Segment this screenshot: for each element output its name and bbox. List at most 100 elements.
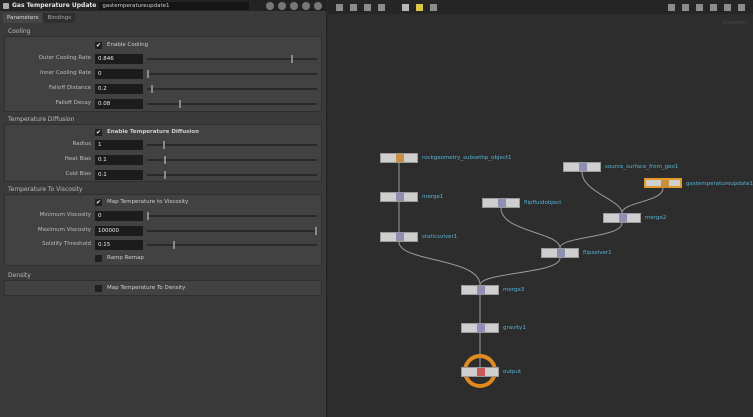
node-type-label: Gas Temperature Update [12,2,97,9]
slider-handle[interactable] [173,241,175,249]
cold-bias-slider[interactable] [147,171,317,179]
network-node[interactable] [380,153,418,163]
cooling-folder: ✔ Enable Cooling Outer Cooling Rate 0.84… [4,36,322,112]
enable-cooling-checkbox[interactable]: ✔ [95,42,102,49]
node-label[interactable]: gastemperatureupdate1 [686,181,753,187]
cold-bias-field[interactable]: 0.1 [95,170,143,180]
node-label[interactable]: staticsolver1 [422,234,457,240]
node-label[interactable]: flipsolver1 [583,250,612,256]
param-label: Heat Bias [64,156,91,162]
param-row: Falloff Decay 0.08 [5,99,323,109]
node-label[interactable]: output [503,369,521,375]
map-viscosity-row: ✔ Map Temperature to Viscosity [5,198,323,208]
network-node[interactable] [461,323,499,333]
param-row: Maximum Viscosity 100000 [5,226,323,236]
node-label[interactable]: merge3 [503,287,524,293]
slider-handle[interactable] [151,85,153,93]
map-viscosity-checkbox[interactable]: ✔ [95,199,102,206]
param-label: Radius [72,141,91,147]
node-label[interactable]: rockgeometry_subsethp_object1 [422,155,512,161]
param-label: Cold Bias [65,171,91,177]
param-row: Radius 1 [5,140,323,150]
param-label: Inner Cooling Rate [40,70,91,76]
node-label[interactable]: merge2 [645,215,666,221]
inner-cooling-rate-slider[interactable] [147,70,317,78]
tab-bindings[interactable]: Bindings [43,13,76,23]
gear-icon[interactable] [266,1,274,10]
network-node[interactable] [603,213,641,223]
pin-icon[interactable] [314,1,322,10]
network-node-selected[interactable] [644,178,682,188]
falloff-distance-slider[interactable] [147,85,317,93]
viscosity-folder-title[interactable]: Temperature To Viscosity [8,186,83,193]
node-label[interactable]: source_surface_from_geo1 [605,164,678,170]
slider-handle[interactable] [291,55,293,63]
slider-handle[interactable] [164,171,166,179]
lock-icon[interactable] [302,1,310,10]
slider-handle[interactable] [164,156,166,164]
slider-handle[interactable] [147,70,149,78]
parameter-titlebar: Gas Temperature Update gastemperatureupd… [0,0,326,11]
node-name-field[interactable]: gastemperatureupdate1 [99,1,250,10]
param-row: Solidify Threshold 0.15 [5,240,323,250]
inner-cooling-rate-field[interactable]: 0 [95,69,143,79]
network-node[interactable] [482,198,520,208]
solidify-threshold-slider[interactable] [147,241,317,249]
radius-slider[interactable] [147,141,317,149]
enable-diffusion-checkbox[interactable]: ✔ [95,129,102,136]
falloff-decay-slider[interactable] [147,100,317,108]
map-viscosity-label: Map Temperature to Viscosity [107,199,189,205]
map-density-label: Map Temperature To Density [107,285,186,291]
node-label[interactable]: merge1 [422,194,443,200]
parameter-pane: Gas Temperature Update gastemperatureupd… [0,0,327,417]
heat-bias-slider[interactable] [147,156,317,164]
minimum-viscosity-slider[interactable] [147,212,317,220]
param-row: Minimum Viscosity 0 [5,211,323,221]
radius-field[interactable]: 1 [95,140,143,150]
param-label: Outer Cooling Rate [38,55,91,61]
slider-handle[interactable] [163,141,165,149]
diffusion-folder-title[interactable]: Temperature Diffusion [8,116,74,123]
enable-diffusion-label: Enable Temperature Diffusion [107,129,200,135]
slider-handle[interactable] [315,227,317,235]
density-folder: Map Temperature To Density [4,280,322,296]
minimum-viscosity-field[interactable]: 0 [95,211,143,221]
param-label: Falloff Distance [48,85,91,91]
solidify-threshold-field[interactable]: 0.15 [95,240,143,250]
node-label[interactable]: flipfluidobject [524,200,561,206]
map-density-row: Map Temperature To Density [5,284,323,294]
enable-diffusion-row: ✔ Enable Temperature Diffusion [5,128,323,138]
density-folder-title[interactable]: Density [8,272,31,279]
ramp-remap-row: Ramp Remap [5,254,323,264]
output-node[interactable] [461,367,499,377]
enable-cooling-label: Enable Cooling [107,42,149,48]
heat-bias-field[interactable]: 0.1 [95,155,143,165]
param-label: Maximum Viscosity [37,227,91,233]
network-node[interactable] [461,285,499,295]
falloff-distance-field[interactable]: 0.2 [95,84,143,94]
network-editor[interactable]: Dynamics rockgeometry_subsethp_object1 m… [328,0,753,417]
outer-cooling-rate-field[interactable]: 0.846 [95,54,143,64]
tab-parameters[interactable]: Parameters [3,13,43,23]
maximum-viscosity-slider[interactable] [147,227,317,235]
cooling-folder-title[interactable]: Cooling [8,28,30,35]
network-node[interactable] [380,232,418,242]
help-icon[interactable] [278,1,286,10]
network-node[interactable] [380,192,418,202]
ramp-remap-label: Ramp Remap [107,255,144,261]
outer-cooling-rate-slider[interactable] [147,55,317,63]
maximum-viscosity-field[interactable]: 100000 [95,226,143,236]
info-icon[interactable] [290,1,298,10]
slider-handle[interactable] [179,100,181,108]
network-node[interactable] [563,162,601,172]
slider-handle[interactable] [147,212,149,220]
node-label[interactable]: gravity1 [503,325,526,331]
map-density-checkbox[interactable] [95,285,102,292]
falloff-decay-field[interactable]: 0.08 [95,99,143,109]
param-label: Solidify Threshold [42,241,91,247]
network-node[interactable] [541,248,579,258]
ramp-remap-checkbox[interactable] [95,255,102,262]
node-wires [398,163,664,367]
param-label: Minimum Viscosity [39,212,91,218]
param-row: Inner Cooling Rate 0 [5,69,323,79]
